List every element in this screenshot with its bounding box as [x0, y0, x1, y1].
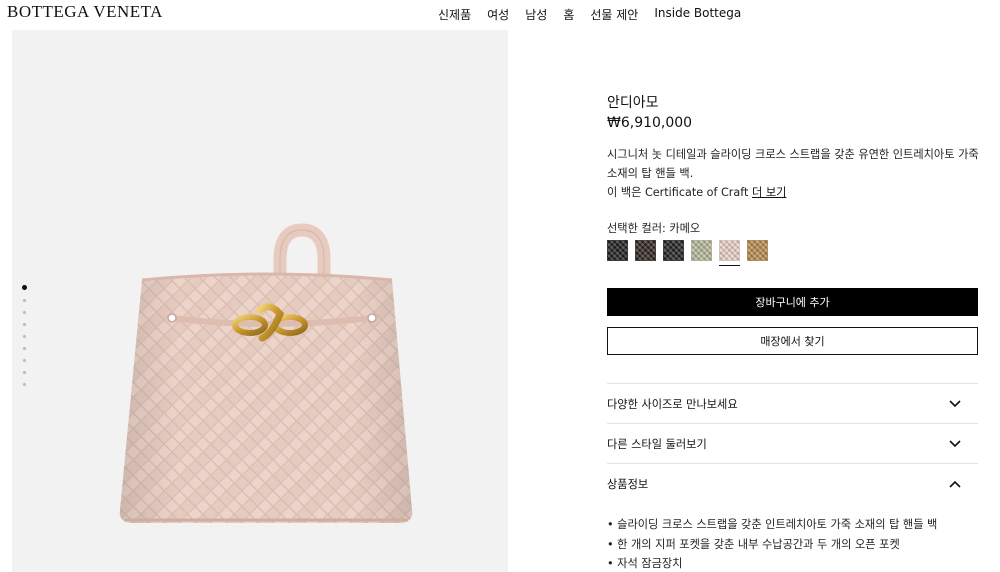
- color-swatch[interactable]: [747, 240, 768, 261]
- chevron-down-icon: [948, 437, 962, 451]
- accordion-label: 다른 스타일 둘러보기: [607, 437, 707, 451]
- product-price: ₩6,910,000: [607, 115, 693, 131]
- list-item: • 자석 잠금장치: [607, 557, 683, 570]
- gallery-dot[interactable]: [23, 347, 26, 350]
- product-title: 안디아모: [607, 95, 659, 111]
- list-item: • 한 개의 지퍼 포켓을 갖춘 내부 수납공간과 두 개의 오픈 포켓: [607, 537, 900, 551]
- nav-item-inside-bottega[interactable]: Inside Bottega: [654, 6, 741, 23]
- nav-item-women[interactable]: 여성: [487, 6, 509, 23]
- chevron-down-icon: [948, 397, 962, 411]
- list-item: • 슬라이딩 크로스 스트랩을 갖춘 인트레치아토 가죽 소재의 탑 핸들 백: [607, 518, 938, 531]
- certificate-text: 이 백은 Certificate of Craft: [607, 186, 749, 199]
- nav-item-home[interactable]: 홈: [563, 6, 574, 23]
- color-swatch[interactable]: [663, 240, 684, 261]
- site-header: BOTTEGA VENETA 신제품 여성 남성 홈 선물 제안 Inside …: [0, 0, 1000, 28]
- accordion-other-styles[interactable]: 다른 스타일 둘러보기: [607, 423, 978, 463]
- find-in-store-button[interactable]: 매장에서 찾기: [607, 327, 978, 355]
- accordion-sizes[interactable]: 다양한 사이즈로 만나보세요: [607, 383, 978, 423]
- gallery-dot[interactable]: [23, 371, 26, 374]
- chevron-up-icon: [948, 477, 962, 491]
- add-to-cart-button[interactable]: 장바구니에 추가: [607, 288, 978, 316]
- selected-color-label: 선택한 컬러: 카메오: [607, 222, 701, 235]
- certificate-more-link[interactable]: 더 보기: [752, 186, 786, 199]
- certificate-line: 이 백은 Certificate of Craft 더 보기: [607, 183, 786, 202]
- gallery-dot[interactable]: [23, 359, 26, 362]
- nav-item-gifts[interactable]: 선물 제안: [590, 6, 638, 23]
- gallery-dot[interactable]: [23, 383, 26, 386]
- accordion-label: 상품정보: [607, 477, 649, 491]
- nav-item-new[interactable]: 신제품: [438, 6, 471, 23]
- nav-item-men[interactable]: 남성: [525, 6, 547, 23]
- gallery-pagination: [22, 285, 27, 386]
- color-swatches: [607, 240, 768, 266]
- product-info-list: • 슬라이딩 크로스 스트랩을 갖춘 인트레치아토 가죽 소재의 탑 핸들 백 …: [607, 515, 937, 572]
- color-swatch[interactable]: [607, 240, 628, 261]
- product-gallery[interactable]: [12, 30, 508, 572]
- main-nav: 신제품 여성 남성 홈 선물 제안 Inside Bottega: [438, 6, 757, 23]
- gallery-dot[interactable]: [22, 285, 27, 290]
- product-image: [119, 223, 413, 523]
- color-swatch[interactable]: [691, 240, 712, 261]
- color-swatch[interactable]: [719, 240, 740, 266]
- gallery-dot[interactable]: [23, 311, 26, 314]
- accordion-product-info[interactable]: 상품정보: [607, 463, 978, 503]
- brand-logo[interactable]: BOTTEGA VENETA: [7, 2, 163, 22]
- gallery-dot[interactable]: [23, 299, 26, 302]
- accordion-label: 다양한 사이즈로 만나보세요: [607, 397, 738, 411]
- gallery-dot[interactable]: [23, 323, 26, 326]
- color-swatch[interactable]: [635, 240, 656, 261]
- gallery-dot[interactable]: [23, 335, 26, 338]
- product-description: 시그니처 놋 디테일과 슬라이딩 크로스 스트랩을 갖춘 유연한 인트레치아토 …: [607, 148, 979, 180]
